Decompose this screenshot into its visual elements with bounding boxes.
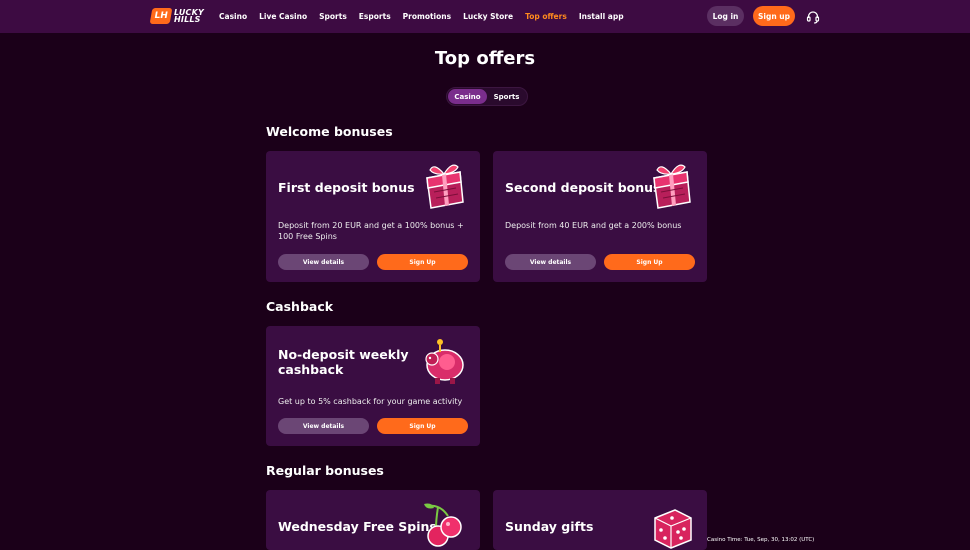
top-navigation-bar: LH LUCKY HILLS Casino Live Casino Sports… xyxy=(0,0,970,33)
view-details-button[interactable]: View details xyxy=(278,418,369,434)
signup-button[interactable]: Sign up xyxy=(753,6,795,26)
nav-lucky-store[interactable]: Lucky Store xyxy=(463,12,513,21)
dice-icon xyxy=(654,509,692,549)
sign-up-button[interactable]: Sign Up xyxy=(604,254,695,270)
nav-top-offers[interactable]: Top offers xyxy=(525,12,567,21)
card-title-line-1: No-deposit weekly xyxy=(278,347,409,362)
sign-up-button[interactable]: Sign Up xyxy=(377,254,468,270)
card-title-line-2: cashback xyxy=(278,362,344,377)
gift-icon xyxy=(653,164,691,209)
sign-up-button[interactable]: Sign Up xyxy=(377,418,468,434)
logo-mark: LH xyxy=(149,8,173,24)
section-title-regular: Regular bonuses xyxy=(266,463,384,478)
card-title: First deposit bonus xyxy=(278,180,415,195)
card-title: No-deposit weekly cashback xyxy=(278,347,409,377)
main-nav: Casino Live Casino Sports Esports Promot… xyxy=(219,12,624,21)
card-description: Get up to 5% cashback for your game acti… xyxy=(278,397,463,406)
piggy-bank-icon xyxy=(425,339,464,384)
offer-card-first-deposit: First deposit bonus Deposit from 20 EUR … xyxy=(266,151,480,282)
offer-card-sunday-gifts: Sunday gifts xyxy=(493,490,707,550)
offer-card-cashback: No-deposit weekly cashback Get up to 5% … xyxy=(266,326,480,446)
section-title-welcome: Welcome bonuses xyxy=(266,124,393,139)
view-details-button[interactable]: View details xyxy=(278,254,369,270)
gift-icon xyxy=(426,164,464,209)
tab-casino[interactable]: Casino xyxy=(448,89,487,104)
offer-card-second-deposit: Second deposit bonus Deposit from 40 EUR… xyxy=(493,151,707,282)
section-title-cashback: Cashback xyxy=(266,299,334,314)
nav-casino[interactable]: Casino xyxy=(219,12,247,21)
card-description: Deposit from 40 EUR and get a 200% bonus xyxy=(505,221,682,230)
tab-sports[interactable]: Sports xyxy=(487,89,526,104)
nav-install-app[interactable]: Install app xyxy=(579,12,624,21)
nav-esports[interactable]: Esports xyxy=(359,12,391,21)
nav-promotions[interactable]: Promotions xyxy=(403,12,451,21)
casino-time: Casino Time: Tue, Sep, 30, 13:02 (UTC) xyxy=(707,537,815,543)
logo-text: LUCKY HILLS xyxy=(174,9,204,24)
login-button[interactable]: Log in xyxy=(707,6,744,26)
logo-line-2: HILLS xyxy=(174,15,201,24)
lucky-hills-logo[interactable]: LH LUCKY HILLS xyxy=(149,8,204,24)
headset-icon[interactable] xyxy=(806,10,820,24)
view-details-button[interactable]: View details xyxy=(505,254,596,270)
card-title: Wednesday Free Spins xyxy=(278,519,437,534)
cherry-icon xyxy=(424,503,462,547)
nav-live-casino[interactable]: Live Casino xyxy=(259,12,307,21)
card-title: Sunday gifts xyxy=(505,519,594,534)
nav-sports[interactable]: Sports xyxy=(319,12,347,21)
page-title: Top offers xyxy=(434,48,536,69)
card-title: Second deposit bonus xyxy=(505,180,661,195)
card-description: Deposit from 20 EUR and get a 100% bonus… xyxy=(278,221,464,241)
offer-type-tabs: Casino Sports xyxy=(446,87,528,106)
offer-card-wednesday-free-spins: Wednesday Free Spins xyxy=(266,490,480,550)
